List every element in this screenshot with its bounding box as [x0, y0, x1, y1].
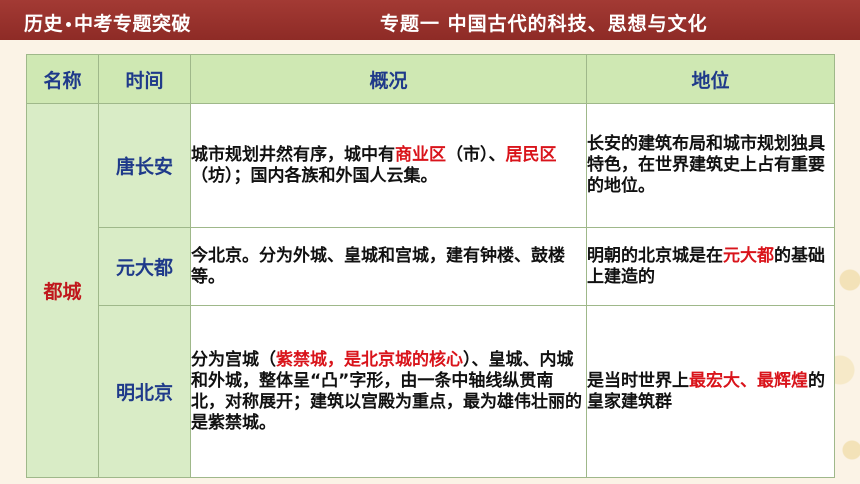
body-text: 今北京。分为外城、皇城和宫城，建有钟楼、鼓楼等。	[191, 245, 565, 287]
body-text: 城市规划井然有序，城中有	[191, 144, 395, 165]
topic-title: 专题一 中国古代的科技、思想与文化	[380, 13, 708, 35]
header-status: 地位	[586, 54, 835, 104]
course-title: 历史 中考专题突破	[24, 13, 192, 35]
table-row: 元大都 今北京。分为外城、皇城和宫城，建有钟楼、鼓楼等。 明朝的北京城是在元大都…	[27, 227, 835, 306]
row-overview: 城市规划井然有序，城中有商业区（市）、居民区 （坊）；国内各族和外国人云集。	[190, 103, 587, 228]
row-name: 明北京	[98, 305, 191, 478]
header-time: 时间	[98, 54, 191, 104]
group-label: 都城	[26, 103, 99, 478]
row-overview: 今北京。分为外城、皇城和宫城，建有钟楼、鼓楼等。	[190, 227, 587, 306]
highlight-text: 元大都	[723, 245, 774, 266]
row-status: 是当时世界上最宏大、最辉煌的皇家建筑群	[586, 305, 835, 478]
highlight-text: 最宏大、最辉煌	[689, 370, 808, 391]
bullet-dot-icon	[66, 22, 72, 27]
highlight-text: 居民区	[505, 144, 557, 165]
body-text: 分为宫城（	[191, 349, 276, 370]
body-text: 是当时世界上	[587, 370, 689, 391]
body-text: （市）、	[446, 144, 506, 165]
table-row: 明北京 分为宫城（紫禁城，是北京城的核心）、皇城、内城和外城，整体呈“凸”字形，…	[27, 305, 835, 478]
highlight-text: 紫禁城，是北京城的核心	[276, 349, 463, 370]
row-overview: 分为宫城（紫禁城，是北京城的核心）、皇城、内城和外城，整体呈“凸”字形，由一条中…	[190, 305, 587, 478]
title-bar: 历史 中考专题突破 专题一 中国古代的科技、思想与文化	[0, 0, 860, 40]
body-text: 明朝的北京城是在	[587, 245, 723, 266]
row-status: 明朝的北京城是在元大都的基础上建造的	[586, 227, 835, 306]
capital-cities-table: 名称 时间 概况 地位 都城 唐长安 城市规划井然有序，城中有商业区（市）、居民…	[26, 54, 835, 478]
body-text: （坊）；国内各族和外国人云集。	[191, 165, 438, 186]
row-name: 元大都	[98, 227, 191, 306]
header-overview: 概况	[190, 54, 587, 104]
header-name: 名称	[26, 54, 99, 104]
row-name: 唐长安	[98, 103, 191, 228]
table-row: 都城 唐长安 城市规划井然有序，城中有商业区（市）、居民区 （坊）；国内各族和外国…	[26, 103, 835, 478]
body-text: 长安的建筑布局和城市规划独具特色，在世界建筑史上占有重要的地位。	[587, 134, 825, 196]
row-status: 长安的建筑布局和城市规划独具特色，在世界建筑史上占有重要的地位。	[586, 103, 835, 228]
table-header-row: 名称 时间 概况 地位	[26, 54, 835, 104]
highlight-text: 商业区	[395, 144, 446, 165]
